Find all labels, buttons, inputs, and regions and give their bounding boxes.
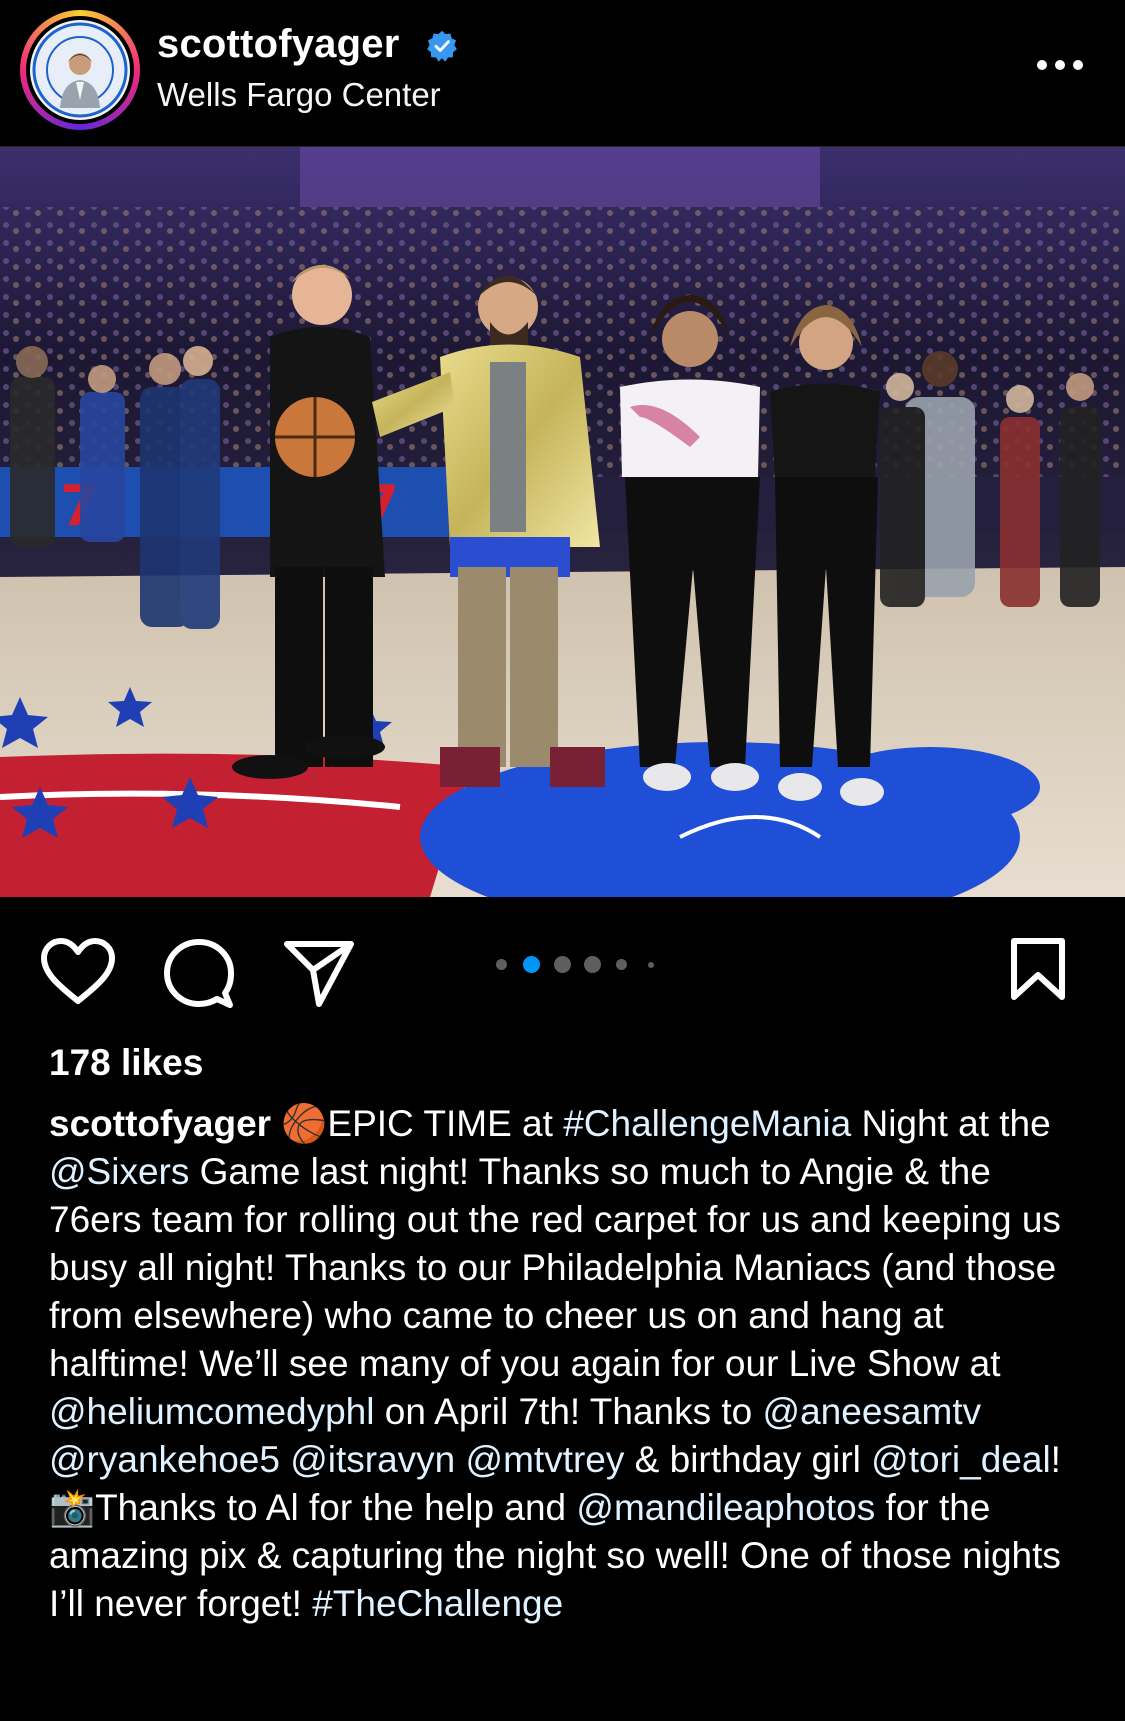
carousel-dot	[584, 956, 601, 973]
comment-bubble-icon[interactable]	[163, 938, 235, 1010]
carousel-dot	[496, 959, 507, 970]
mention-mtvtrey[interactable]: @mtvtrey	[466, 1439, 625, 1480]
mention-aneesamtv[interactable]: @aneesamtv	[763, 1391, 982, 1432]
mention-itsravyn[interactable]: @itsravyn	[290, 1439, 455, 1480]
post-actions	[0, 897, 1125, 1027]
caption-text: Night at the	[851, 1103, 1051, 1144]
mention-heliumcomedyphl[interactable]: @heliumcomedyphl	[49, 1391, 374, 1432]
caption-text: EPIC TIME at	[327, 1103, 564, 1144]
hashtag-challengemania[interactable]: #ChallengeMania	[563, 1103, 851, 1144]
mention-ryankehoe5[interactable]: @ryankehoe5	[49, 1439, 280, 1480]
caption-text: !	[1050, 1439, 1061, 1480]
mention-tori-deal[interactable]: @tori_deal	[871, 1439, 1051, 1480]
likes-count[interactable]: 178 likes	[49, 1042, 203, 1084]
caption-username[interactable]: scottofyager	[49, 1103, 271, 1144]
post-username[interactable]: scottofyager	[157, 22, 399, 67]
carousel-dot-active	[523, 956, 540, 973]
carousel-dot	[616, 959, 627, 970]
caption-text: & birthday girl	[624, 1439, 872, 1480]
verified-badge-icon	[427, 30, 457, 62]
save-bookmark-icon[interactable]	[1010, 937, 1066, 1001]
share-send-icon[interactable]	[283, 938, 355, 1008]
like-heart-icon[interactable]	[40, 937, 116, 1005]
mention-mandileaphotos[interactable]: @mandileaphotos	[576, 1487, 875, 1528]
mention-sixers[interactable]: @Sixers	[49, 1151, 189, 1192]
hashtag-thechallenge[interactable]: #TheChallenge	[312, 1583, 563, 1624]
camera-flash-emoji: 📸	[49, 1487, 96, 1528]
caption-text: Thanks to Al for the help and	[95, 1487, 577, 1528]
post-location[interactable]: Wells Fargo Center	[157, 76, 441, 114]
post-header: scottofyager Wells Fargo Center	[0, 0, 1125, 147]
caption-text: on April 7th! Thanks to	[374, 1391, 763, 1432]
carousel-dot	[648, 962, 654, 968]
more-options-icon[interactable]	[1035, 50, 1085, 80]
avatar[interactable]	[20, 10, 140, 130]
carousel-indicator	[496, 954, 666, 974]
basketball-emoji: 🏀	[281, 1103, 328, 1144]
arena-photo: 7 7	[0, 147, 1125, 897]
avatar-image	[30, 20, 130, 120]
post-photo[interactable]: 7 7	[0, 147, 1125, 897]
caption-text: Game last night! Thanks so much to Angie…	[49, 1151, 1061, 1384]
post-caption: scottofyager 🏀EPIC TIME at #ChallengeMan…	[49, 1100, 1089, 1628]
carousel-dot	[554, 956, 571, 973]
